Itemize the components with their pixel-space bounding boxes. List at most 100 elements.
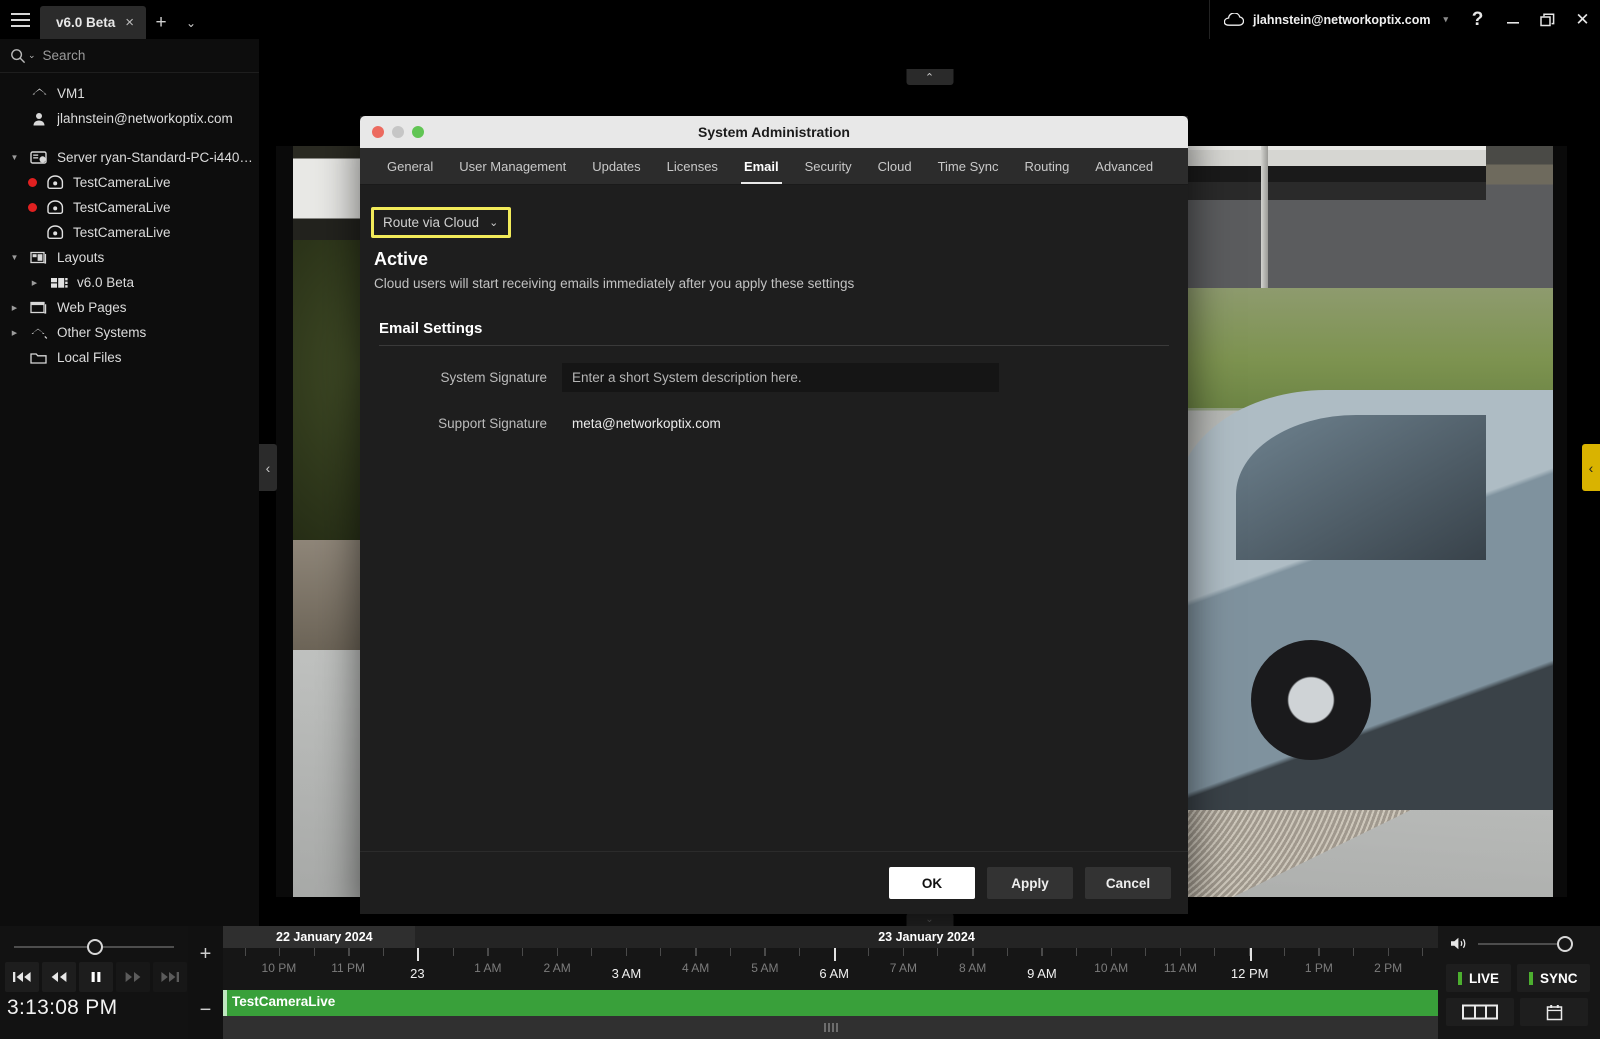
timeline-ruler[interactable]: 10 PM 11 PM 23 1 AM 2 AM 3 AM 4 AM 5 AM 6 AM 7 AM… (223, 948, 1438, 990)
expand-right-panel-button[interactable]: ‹ (1582, 444, 1600, 491)
timeline-tick-label: 5 AM (751, 961, 779, 975)
volume-control[interactable] (1450, 935, 1573, 952)
support-signature-input[interactable]: meta@networkoptix.com (562, 409, 999, 438)
expand-arrow[interactable]: ▶ (8, 304, 21, 312)
tree-item-label: Layouts (57, 250, 105, 265)
ok-button[interactable]: OK (889, 867, 975, 899)
tree-item-camera-1[interactable]: TestCameraLive (0, 170, 259, 195)
timeline-minor-tick (798, 948, 800, 956)
tree-item-camera-3[interactable]: TestCameraLive (0, 220, 259, 245)
tab-time-sync[interactable]: Time Sync (925, 148, 1012, 184)
tree-item-account[interactable]: jlahnstein@networkoptix.com (0, 106, 259, 131)
main-menu-icon[interactable] (0, 0, 40, 39)
nx-witness-client-window: v6.0 Beta × + ⌄ jlahnstein@networkoptix.… (0, 0, 1600, 1039)
tree-item-label: VM1 (57, 86, 85, 101)
dialog-titlebar[interactable]: System Administration (360, 116, 1188, 148)
tab-v60-beta[interactable]: v6.0 Beta × (40, 6, 147, 39)
tree-item-local-files[interactable]: Local Files (0, 345, 259, 370)
playback-speed-slider[interactable] (14, 939, 174, 955)
resource-tree: VM1 jlahnstein@networkoptix.com ▼ Server… (0, 73, 259, 370)
slider-knob[interactable] (87, 939, 103, 955)
tree-item-web-pages[interactable]: ▶ Web Pages (0, 295, 259, 320)
email-status-title: Active (374, 249, 429, 269)
volume-slider-knob[interactable] (1557, 935, 1573, 952)
thumbnails-button[interactable] (1446, 998, 1514, 1026)
zoom-out-button[interactable]: − (188, 983, 223, 1039)
timeline[interactable]: 22 January 2024 23 January 2024 10 PM 11 … (223, 926, 1438, 1039)
cloud-account-button[interactable]: jlahnstein@networkoptix.com ▾ (1208, 0, 1460, 39)
tree-item-server[interactable]: ▼ Server ryan-Standard-PC-i440FX-... (0, 145, 259, 170)
camera-icon (44, 200, 66, 215)
tree-item-label: Other Systems (57, 325, 147, 340)
timeline-date-2: 23 January 2024 (415, 926, 1438, 948)
maximize-restore-button[interactable] (1530, 0, 1565, 39)
tab-licenses[interactable]: Licenses (654, 148, 731, 184)
minimize-button[interactable] (1495, 0, 1530, 39)
help-button[interactable]: ? (1460, 0, 1495, 39)
new-tab-button[interactable]: + (146, 6, 176, 39)
tab-security[interactable]: Security (792, 148, 865, 184)
window-titlebar: v6.0 Beta × + ⌄ jlahnstein@networkoptix.… (0, 0, 1600, 39)
timeline-date-1: 22 January 2024 (223, 926, 415, 948)
tree-item-vm1[interactable]: VM1 (0, 81, 259, 106)
dialog-title: System Administration (698, 124, 850, 140)
zoom-in-button[interactable]: + (188, 926, 223, 983)
live-label: LIVE (1469, 970, 1500, 986)
calendar-button[interactable] (1520, 998, 1588, 1026)
tab-email[interactable]: Email (731, 148, 792, 184)
chevron-down-icon[interactable]: ⌄ (176, 6, 206, 39)
collapse-top-panel-button[interactable]: ⌃ (906, 69, 953, 85)
email-settings-panel: Route via Cloud ⌄ Active Cloud users wil… (360, 185, 1188, 851)
collapse-arrow[interactable]: ▼ (8, 253, 21, 262)
scrollbar-grip-icon[interactable] (823, 1023, 838, 1032)
rewind-button[interactable] (42, 962, 76, 992)
tree-item-layout-v60beta[interactable]: ▶ v6.0 Beta (0, 270, 259, 295)
timeline-scrollbar[interactable] (223, 1016, 1438, 1039)
tree-item-camera-2[interactable]: TestCameraLive (0, 195, 259, 220)
system-administration-dialog: System Administration General User Manag… (360, 116, 1188, 914)
route-mode-value: Route via Cloud (383, 215, 480, 230)
tab-cloud[interactable]: Cloud (865, 148, 925, 184)
tree-item-label: Server ryan-Standard-PC-i440FX-... (57, 150, 259, 165)
tree-item-label: Web Pages (57, 300, 127, 315)
expand-arrow[interactable]: ▶ (8, 329, 21, 337)
search-input[interactable]: Search (43, 48, 86, 63)
timeline-minor-tick (591, 948, 593, 956)
speaker-icon[interactable] (1450, 936, 1470, 951)
recording-status-dot (28, 203, 37, 212)
sync-button[interactable]: SYNC (1517, 964, 1590, 992)
collapse-left-panel-button[interactable]: ‹ (259, 444, 277, 491)
system-signature-input[interactable]: Enter a short System description here. (562, 363, 999, 392)
collapse-bottom-panel-button[interactable]: ⌄ (906, 913, 953, 926)
cancel-button[interactable]: Cancel (1085, 867, 1171, 899)
collapse-arrow[interactable]: ▼ (8, 153, 21, 162)
tab-updates[interactable]: Updates (579, 148, 653, 184)
cloud-account-label: jlahnstein@networkoptix.com (1252, 12, 1431, 27)
live-button[interactable]: LIVE (1446, 964, 1512, 992)
webpage-icon (28, 300, 50, 315)
pause-button[interactable] (79, 962, 113, 992)
tree-item-layouts[interactable]: ▼ Layouts (0, 245, 259, 270)
tab-user-management[interactable]: User Management (446, 148, 579, 184)
expand-arrow[interactable]: ▶ (28, 279, 41, 287)
tree-item-label: TestCameraLive (73, 200, 171, 215)
fast-forward-button[interactable] (116, 962, 150, 992)
close-window-button[interactable]: ✕ (1565, 0, 1600, 39)
timeline-tick (695, 948, 697, 956)
tab-routing[interactable]: Routing (1011, 148, 1082, 184)
apply-button[interactable]: Apply (987, 867, 1073, 899)
search-bar[interactable]: ⌄ Search (0, 39, 259, 73)
timeline-minor-tick (1352, 948, 1354, 956)
tab-advanced[interactable]: Advanced (1082, 148, 1166, 184)
chevron-down-icon: ⌄ (489, 217, 499, 229)
tab-general[interactable]: General (374, 148, 446, 184)
close-tab-icon[interactable]: × (125, 15, 134, 30)
dialog-footer: OK Apply Cancel (360, 851, 1188, 914)
volume-slider-track[interactable] (1478, 935, 1573, 952)
previous-chunk-button[interactable] (5, 962, 39, 992)
tree-item-other-systems[interactable]: ▶ Other Systems (0, 320, 259, 345)
next-chunk-button[interactable] (153, 962, 187, 992)
timeline-tick (278, 948, 280, 956)
route-mode-dropdown[interactable]: Route via Cloud ⌄ (371, 207, 512, 238)
timeline-chunk-testcameralive[interactable]: TestCameraLive (223, 990, 1438, 1016)
